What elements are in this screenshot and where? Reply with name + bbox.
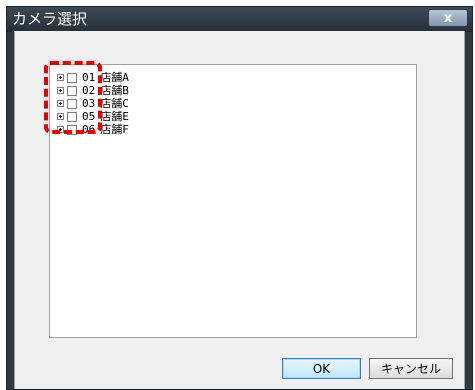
tree-item-store-a[interactable]: 01 店舗A <box>57 71 129 84</box>
store-checkbox[interactable] <box>67 85 77 96</box>
dialog-body: 01 店舗A 02 店舗B 03 店舗C 05 店舗E 06 店舗F OK キャ… <box>14 31 465 389</box>
expand-icon[interactable] <box>57 87 64 94</box>
ok-button[interactable]: OK <box>282 358 361 379</box>
camera-tree[interactable]: 01 店舗A 02 店舗B 03 店舗C 05 店舗E 06 店舗F <box>49 64 417 338</box>
expand-icon[interactable] <box>57 126 64 133</box>
store-checkbox[interactable] <box>67 124 77 135</box>
expand-icon[interactable] <box>57 74 64 81</box>
close-button[interactable]: x <box>428 9 468 27</box>
store-code: 05 <box>82 110 96 123</box>
store-label: 店舗F <box>100 123 129 136</box>
store-code: 03 <box>82 97 96 110</box>
store-checkbox[interactable] <box>67 98 77 109</box>
store-code: 01 <box>82 71 96 84</box>
expand-icon[interactable] <box>57 113 64 120</box>
tree-item-store-f[interactable]: 06 店舗F <box>57 123 129 136</box>
tree-item-store-b[interactable]: 02 店舗B <box>57 84 129 97</box>
dialog-title: カメラ選択 <box>12 10 88 28</box>
store-label: 店舗E <box>100 110 129 123</box>
store-label: 店舗B <box>100 84 129 97</box>
store-code: 06 <box>82 123 96 136</box>
tree-item-store-c[interactable]: 03 店舗C <box>57 97 129 110</box>
store-checkbox[interactable] <box>67 111 77 122</box>
title-bar[interactable]: カメラ選択 x <box>7 7 472 32</box>
cancel-button[interactable]: キャンセル <box>369 358 453 379</box>
camera-select-dialog: カメラ選択 x 01 店舗A 02 店舗B 03 店舗C 05 店舗E 06 店… <box>6 6 473 390</box>
close-icon: x <box>443 10 453 26</box>
store-code: 02 <box>82 84 96 97</box>
tree-item-store-e[interactable]: 05 店舗E <box>57 110 129 123</box>
expand-icon[interactable] <box>57 100 64 107</box>
store-label: 店舗A <box>100 71 129 84</box>
store-label: 店舗C <box>100 97 129 110</box>
store-checkbox[interactable] <box>67 72 77 83</box>
